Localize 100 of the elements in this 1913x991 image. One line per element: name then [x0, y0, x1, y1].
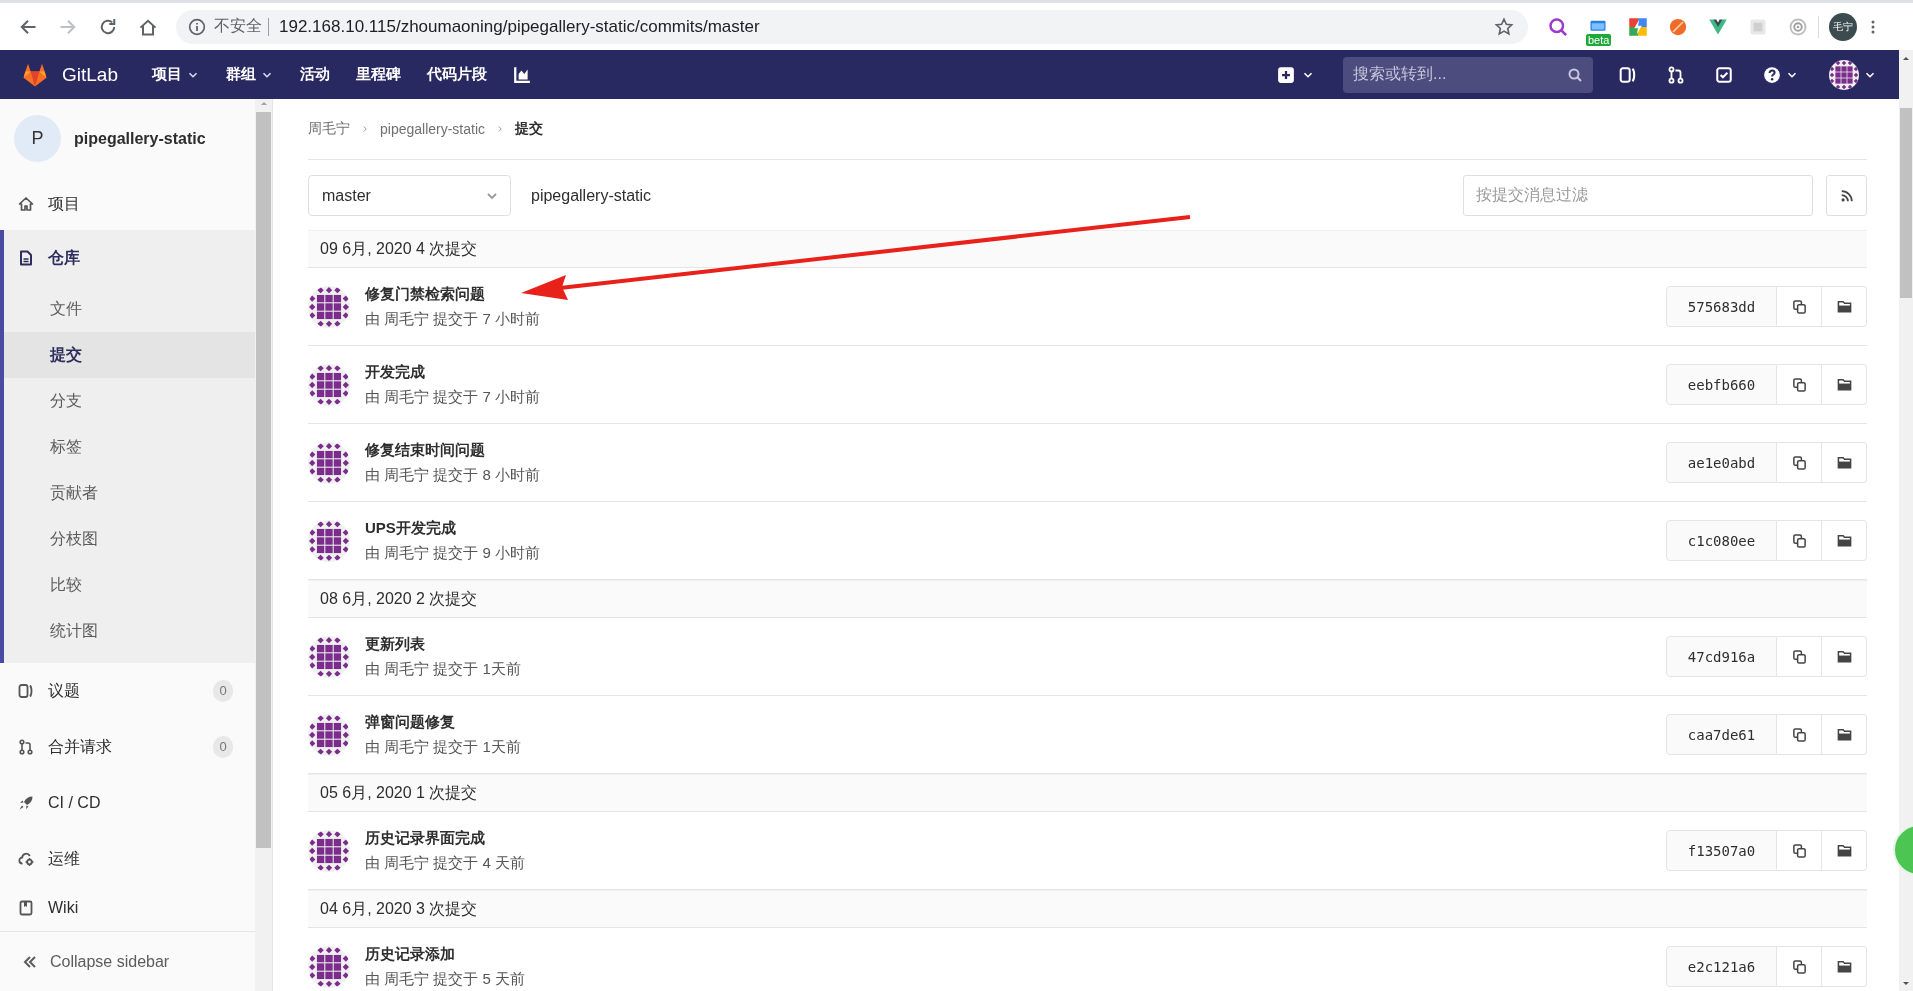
commit-sha-button[interactable]: eebfb660: [1666, 364, 1777, 405]
commit-sha-button[interactable]: 575683dd: [1666, 286, 1777, 327]
sidebar-item[interactable]: 项目: [0, 178, 256, 230]
date-header: 04 6月, 2020 3 次提交: [308, 890, 1867, 928]
browse-files-button[interactable]: [1822, 442, 1867, 483]
sidebar-subitem[interactable]: 标签: [4, 424, 256, 470]
help-dropdown[interactable]: [1763, 65, 1799, 84]
breadcrumb-link[interactable]: 提交: [515, 120, 544, 138]
star-icon[interactable]: [1494, 16, 1514, 37]
nav-menu-item[interactable]: 群组: [226, 65, 274, 84]
ring-icon[interactable]: [1788, 16, 1808, 37]
user-menu[interactable]: [1829, 59, 1877, 90]
nav-menu-item[interactable]: 项目: [152, 65, 200, 84]
merge-request-icon[interactable]: [1667, 65, 1685, 84]
sidebar-item[interactable]: CI / CD: [0, 775, 256, 831]
scrollbar-thumb[interactable]: [1900, 108, 1912, 298]
sidebar-item[interactable]: 仓库: [4, 230, 256, 286]
copy-button[interactable]: [1777, 636, 1822, 677]
project-avatar: P: [14, 115, 61, 162]
user-avatar: [308, 285, 350, 328]
copy-button[interactable]: [1777, 714, 1822, 755]
user-avatar: [1829, 59, 1859, 90]
scrollbar[interactable]: [255, 99, 272, 991]
copy-button[interactable]: [1777, 442, 1822, 483]
sidebar-subitem[interactable]: 比较: [4, 562, 256, 608]
branch-dropdown[interactable]: master: [308, 175, 511, 216]
nav-menu-item[interactable]: 活动: [300, 65, 330, 84]
commit-title[interactable]: 修复结束时间问题: [365, 440, 1666, 460]
commit-sha-button[interactable]: e2c121a6: [1666, 946, 1777, 987]
bolt-icon[interactable]: [1628, 16, 1648, 37]
reload-icon[interactable]: [98, 16, 118, 37]
todo-icon[interactable]: [1715, 65, 1733, 84]
security-label: 不安全: [214, 16, 262, 36]
sidebar-item[interactable]: Wiki: [0, 887, 256, 929]
nav-menu-item[interactable]: 里程碑: [356, 65, 401, 84]
browse-files-button[interactable]: [1822, 636, 1867, 677]
commit-meta: 由 周毛宁 提交于 8 小时前: [365, 465, 541, 485]
copy-button[interactable]: [1777, 946, 1822, 987]
commit-sha-button[interactable]: caa7de61: [1666, 714, 1777, 755]
brand-name[interactable]: GitLab: [62, 63, 118, 86]
copy-button[interactable]: [1777, 364, 1822, 405]
copy-icon: [1791, 377, 1807, 392]
plus-icon: [1277, 65, 1295, 84]
home-icon: [18, 196, 34, 212]
breadcrumb-link[interactable]: 周毛宁: [308, 120, 350, 138]
date-header: 09 6月, 2020 4 次提交: [308, 230, 1867, 268]
breadcrumb-link[interactable]: pipegallery-static: [380, 121, 486, 137]
copy-icon: [1791, 455, 1807, 470]
commit-title[interactable]: 更新列表: [365, 634, 1666, 654]
commit-title[interactable]: 修复门禁检索问题: [365, 284, 1666, 304]
new-dropdown[interactable]: [1277, 65, 1315, 84]
browse-files-button[interactable]: [1822, 364, 1867, 405]
folder-icon: [1836, 377, 1852, 392]
commit-title[interactable]: 开发完成: [365, 362, 1666, 382]
commit-meta: 由 周毛宁 提交于 1天前: [365, 659, 522, 679]
help-icon: [1763, 65, 1781, 84]
scrollbar-thumb[interactable]: [256, 112, 272, 848]
address-bar[interactable]: 不安全 192.168.10.115/zhoumaoning/pipegallery-static/commits/master: [176, 9, 1528, 44]
info-icon: [188, 17, 206, 36]
commit-sha-button[interactable]: c1c080ee: [1666, 520, 1777, 561]
commit-title[interactable]: 弹窗问题修复: [365, 712, 1666, 732]
commit-title[interactable]: UPS开发完成: [365, 518, 1666, 538]
sidebar-subitem[interactable]: 文件: [4, 286, 256, 332]
commit-meta: 由 周毛宁 提交于 9 小时前: [365, 543, 541, 563]
browse-files-button[interactable]: [1822, 520, 1867, 561]
sidebar-item[interactable]: 运维: [0, 831, 256, 887]
sidebar-item[interactable]: 议题 0: [0, 663, 256, 719]
sidebar-subitem[interactable]: 分枝图: [4, 516, 256, 562]
sidebar-subitem[interactable]: 统计图: [4, 608, 256, 654]
folder-icon: [1836, 299, 1852, 314]
copy-button[interactable]: [1777, 286, 1822, 327]
project-name[interactable]: pipegallery-static: [74, 129, 206, 148]
browse-files-button[interactable]: [1822, 714, 1867, 755]
user-avatar: [308, 363, 350, 406]
commit-title[interactable]: 历史记录添加: [365, 944, 1666, 964]
wiki-icon: [18, 900, 34, 916]
chart-icon[interactable]: [513, 65, 531, 84]
commit-meta: 由 周毛宁 提交于 7 小时前: [365, 387, 541, 407]
commit-title[interactable]: 历史记录界面完成: [365, 828, 1666, 848]
issues-icon[interactable]: [1619, 65, 1637, 84]
profile-button[interactable]: 毛宁: [1829, 12, 1857, 41]
ball-icon[interactable]: [1668, 16, 1688, 37]
nav-menu-item[interactable]: 代码片段: [427, 65, 487, 84]
browse-files-button[interactable]: [1822, 946, 1867, 987]
commit-sha-button[interactable]: f13507a0: [1666, 830, 1777, 871]
rss-button[interactable]: [1826, 175, 1867, 216]
search-field[interactable]: 搜索或转到...: [1343, 56, 1593, 93]
copy-button[interactable]: [1777, 830, 1822, 871]
browse-files-button[interactable]: [1822, 286, 1867, 327]
magnifier-icon[interactable]: [1548, 16, 1568, 37]
browse-files-button[interactable]: [1822, 830, 1867, 871]
sidebar-subitem[interactable]: 提交: [4, 332, 256, 378]
sidebar-subitem[interactable]: 贡献者: [4, 470, 256, 516]
copy-icon: [1791, 727, 1807, 742]
copy-button[interactable]: [1777, 520, 1822, 561]
commit-sha-button[interactable]: ae1e0abd: [1666, 442, 1777, 483]
user-avatar: [308, 713, 350, 756]
sidebar-subitem[interactable]: 分支: [4, 378, 256, 424]
commit-sha-button[interactable]: 47cd916a: [1666, 636, 1777, 677]
sidebar-item[interactable]: 合并请求 0: [0, 719, 256, 775]
